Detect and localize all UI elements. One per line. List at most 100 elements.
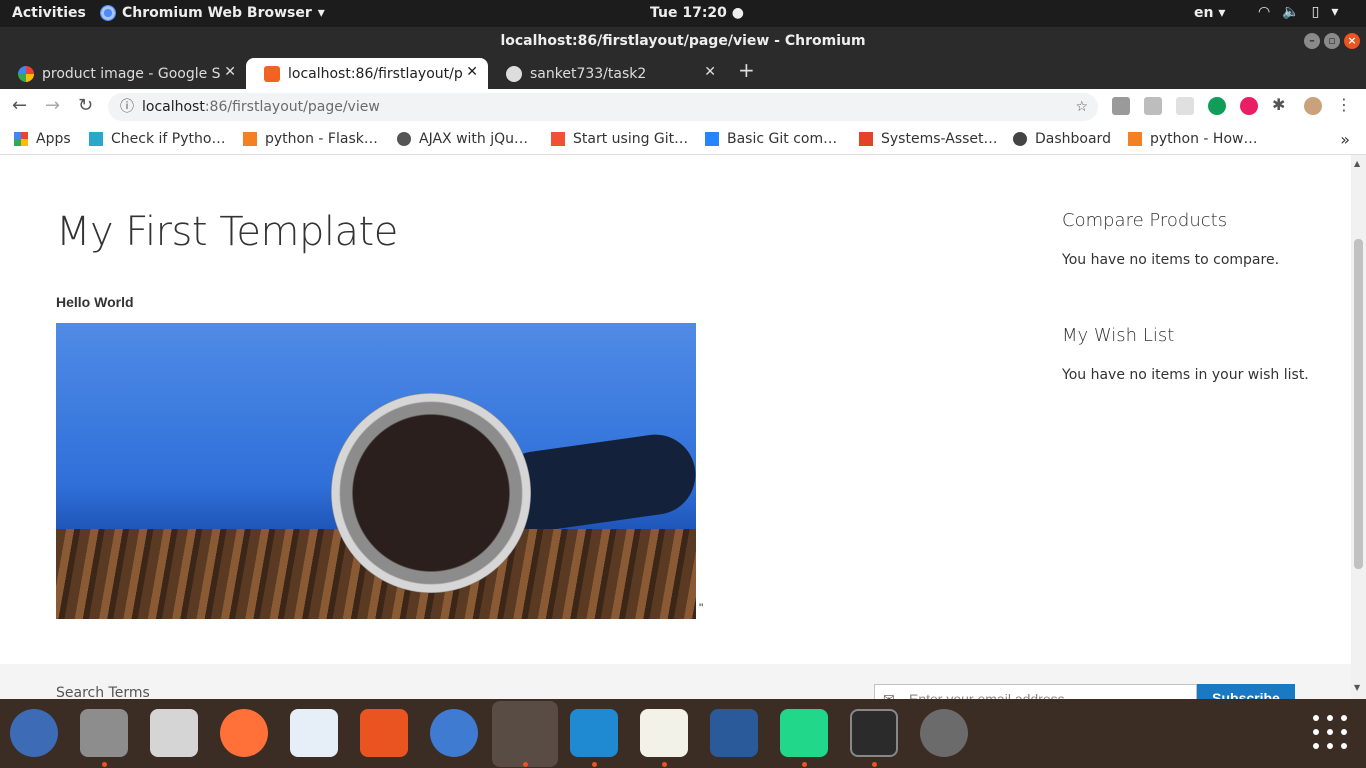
wishlist-block: My Wish List You have no items in your w… <box>1062 325 1309 383</box>
browser-toolbar: ← → ↻ ⓘ localhost:86/firstlayout/page/vi… <box>0 89 1366 125</box>
search-terms-link[interactable]: Search Terms <box>56 685 150 699</box>
avatar[interactable] <box>1304 97 1322 115</box>
libreoffice-writer-icon[interactable] <box>290 709 338 757</box>
tab-strip: product image - Google Se ✕ localhost:86… <box>0 55 1366 89</box>
scroll-up-icon[interactable]: ▲ <box>1354 159 1360 168</box>
clock-label: Tue 17:20 <box>650 5 727 21</box>
bookmark-item[interactable]: Basic Git com… <box>705 131 837 147</box>
site-icon <box>397 132 411 146</box>
compare-heading: Compare Products <box>1062 210 1228 231</box>
subscribe-button[interactable]: Subscribe <box>1197 684 1295 699</box>
window-controls: – ▫ × <box>1304 33 1360 49</box>
page-scrollbar[interactable]: ▲ ▼ <box>1351 155 1366 699</box>
system-top-bar: Activities Chromium Web Browser ▾ Tue 17… <box>0 0 1366 27</box>
firefox-icon[interactable] <box>220 709 268 757</box>
bookmark-item[interactable]: Systems-Asset… <box>859 131 998 147</box>
url-host: localhost <box>142 99 205 115</box>
compare-products-block: Compare Products You have no items to co… <box>1062 210 1279 268</box>
chromium-icon <box>100 5 116 21</box>
extension-icon[interactable] <box>1240 97 1258 115</box>
window-title: localhost:86/firstlayout/page/view - Chr… <box>500 33 866 49</box>
running-indicator <box>102 762 107 767</box>
pycharm-icon[interactable] <box>780 709 828 757</box>
terminal-icon[interactable] <box>850 709 898 757</box>
rhythmbox-icon[interactable] <box>150 709 198 757</box>
puzzle-icon[interactable]: ✱ <box>1272 95 1290 114</box>
bookmark-star-icon[interactable]: ☆ <box>1075 93 1088 121</box>
running-indicator <box>662 762 667 767</box>
extension-icon[interactable] <box>1144 97 1162 115</box>
bookmark-label: Apps <box>36 131 71 147</box>
bookmark-label: python - How… <box>1150 131 1258 147</box>
bookmark-item[interactable]: python - How… <box>1128 131 1257 147</box>
close-icon[interactable]: ✕ <box>224 64 236 80</box>
running-indicator <box>592 762 597 767</box>
help-icon[interactable] <box>430 709 478 757</box>
files-icon[interactable] <box>80 709 128 757</box>
app-menu[interactable]: Chromium Web Browser ▾ <box>100 5 325 21</box>
bookmarks-bar: Apps Check if Pytho… python - Flask… AJA… <box>0 125 1366 155</box>
bookmark-item[interactable]: AJAX with jQu… <box>397 131 528 147</box>
bookmark-item[interactable]: Start using Git… <box>551 131 688 147</box>
maximize-button[interactable]: ▫ <box>1324 33 1340 49</box>
wishlist-heading: My Wish List <box>1062 325 1175 346</box>
clock[interactable]: Tue 17:20 ● <box>650 5 744 21</box>
gitlab-icon <box>859 132 873 146</box>
close-window-button[interactable]: × <box>1344 33 1360 49</box>
apps-grid-icon <box>14 132 28 146</box>
bookmark-label: Dashboard <box>1035 131 1111 147</box>
running-indicator <box>802 762 807 767</box>
globe-icon <box>1013 132 1027 146</box>
activities-button[interactable]: Activities <box>12 5 86 21</box>
product-image <box>56 323 696 619</box>
chevron-right-icon[interactable]: » <box>1340 130 1350 149</box>
extension-icon[interactable] <box>1112 97 1130 115</box>
language-label: en <box>1194 5 1214 21</box>
page-footer: Search Terms ✉ Enter your email address … <box>0 664 1351 699</box>
battery-icon: ▯ <box>1311 4 1320 20</box>
menu-dots-icon[interactable]: ⋮ <box>1336 95 1354 114</box>
system-tray[interactable]: ◠ 🔈 ▯ ▾ <box>1258 4 1338 20</box>
bookmark-item[interactable]: Dashboard <box>1013 131 1111 147</box>
tab-google[interactable]: product image - Google Se ✕ <box>0 58 246 89</box>
text-editor-icon[interactable] <box>640 709 688 757</box>
tab-localhost[interactable]: localhost:86/firstlayout/p ✕ <box>246 58 488 89</box>
bookmark-label: Start using Git… <box>573 131 689 147</box>
newsletter-email-field[interactable]: ✉ Enter your email address <box>874 684 1197 699</box>
minimize-button[interactable]: – <box>1304 33 1320 49</box>
extension-badge-icon[interactable] <box>1208 97 1226 115</box>
google-icon <box>18 65 34 82</box>
address-bar[interactable]: ⓘ localhost:86/firstlayout/page/view ☆ <box>108 93 1098 121</box>
bookmark-item[interactable]: python - Flask… <box>243 131 378 147</box>
stackoverflow-icon <box>1128 132 1142 146</box>
running-indicator <box>872 762 877 767</box>
tab-title: sanket733/task2 <box>530 65 647 82</box>
bookmark-item[interactable]: Check if Pytho… <box>89 131 225 147</box>
reload-icon[interactable]: ↻ <box>78 95 93 116</box>
chevron-down-icon: ▾ <box>317 5 325 21</box>
show-applications-icon[interactable] <box>1313 715 1349 751</box>
close-icon[interactable]: ✕ <box>704 64 716 80</box>
app-menu-label: Chromium Web Browser <box>122 5 312 21</box>
language-selector[interactable]: en ▾ <box>1194 5 1225 21</box>
thunderbird-icon[interactable] <box>10 709 58 757</box>
close-icon[interactable]: ✕ <box>466 64 478 80</box>
tab-title: localhost:86/firstlayout/p <box>288 65 463 82</box>
forward-arrow-icon[interactable]: → <box>45 95 60 116</box>
tab-github[interactable]: sanket733/task2 ✕ <box>488 58 726 89</box>
chromium-dock-icon[interactable] <box>492 701 558 767</box>
virtualbox-icon[interactable] <box>710 709 758 757</box>
scroll-down-icon[interactable]: ▼ <box>1354 683 1360 692</box>
settings-gear-icon[interactable] <box>920 709 968 757</box>
notification-dot-icon: ● <box>731 5 745 21</box>
scrollbar-thumb[interactable] <box>1354 239 1363 569</box>
extension-icon[interactable] <box>1176 97 1194 115</box>
window-titlebar[interactable]: localhost:86/firstlayout/page/view - Chr… <box>0 27 1366 55</box>
bookmark-item[interactable]: Apps <box>14 131 71 147</box>
back-arrow-icon[interactable]: ← <box>12 95 27 116</box>
software-center-icon[interactable] <box>360 709 408 757</box>
envelope-icon: ✉ <box>883 691 895 699</box>
vscode-icon[interactable] <box>570 709 618 757</box>
info-icon[interactable]: ⓘ <box>120 93 134 121</box>
new-tab-button[interactable]: + <box>738 58 755 82</box>
